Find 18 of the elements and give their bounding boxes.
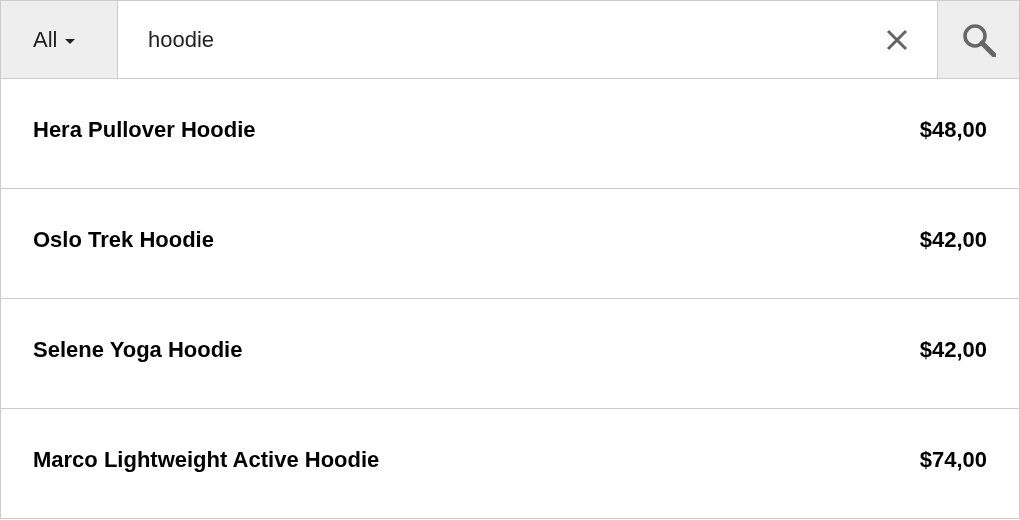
product-price: $48,00	[919, 116, 987, 144]
search-field[interactable]: hoodie	[118, 0, 857, 79]
category-dropdown[interactable]: All	[0, 0, 118, 79]
product-price: $42,00	[919, 226, 987, 254]
product-price: $74,00	[919, 446, 987, 474]
product-price: $42,00	[919, 336, 987, 364]
product-name: Selene Yoga Hoodie	[33, 336, 243, 364]
result-row[interactable]: Hera Pullover Hoodie $48,00	[0, 79, 1020, 189]
product-name: Marco Lightweight Active Hoodie	[33, 446, 380, 474]
product-name: Oslo Trek Hoodie	[33, 226, 214, 254]
search-button[interactable]	[937, 0, 1020, 79]
result-row[interactable]: Selene Yoga Hoodie $42,00	[0, 299, 1020, 409]
product-name: Hera Pullover Hoodie	[33, 116, 256, 144]
caret-icon	[65, 38, 76, 44]
result-row[interactable]: Oslo Trek Hoodie $42,00	[0, 189, 1020, 299]
result-row[interactable]: Marco Lightweight Active Hoodie $74,00	[0, 409, 1020, 519]
close-icon	[886, 28, 908, 51]
search-icon	[961, 22, 996, 57]
